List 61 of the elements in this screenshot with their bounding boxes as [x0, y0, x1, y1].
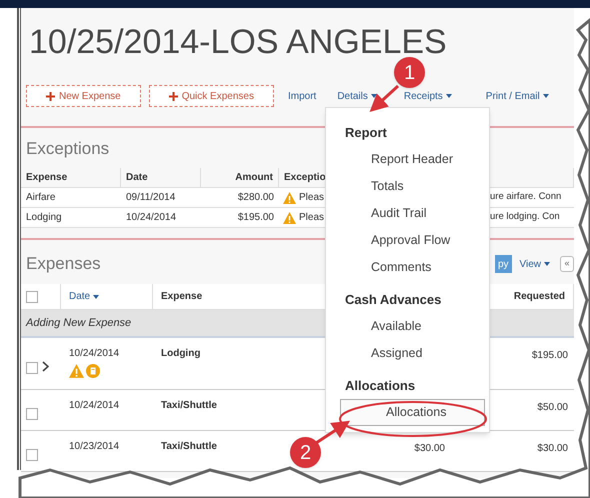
table-cell-text: $195.00: [236, 211, 275, 225]
callout-arrow: [315, 420, 350, 444]
table-cell-text: $280.00: [236, 191, 275, 205]
menu-link[interactable]: Receipts: [404, 88, 452, 104]
menu-item[interactable]: Available: [326, 313, 489, 340]
caret-icon: [446, 94, 452, 98]
table-cell-text: 10/24/2014: [69, 399, 120, 413]
plus-icon: [46, 92, 55, 100]
column-header: Amount: [201, 168, 279, 187]
table-cell-text: Airfare: [25, 191, 56, 205]
table-cell-text: 10/24/2014: [69, 347, 120, 361]
section-heading: Expenses: [26, 253, 101, 276]
checkbox[interactable]: [26, 408, 38, 420]
warning-icon: [283, 192, 296, 204]
table-cell: $30.00: [414, 443, 445, 454]
caret-icon: [542, 94, 549, 98]
table-cell: Lodging: [161, 348, 200, 359]
caret-icon: [93, 294, 100, 298]
warning-icon: [69, 364, 84, 378]
table-cell-text: Pleas: [299, 191, 324, 205]
menu-link[interactable]: Print / Email: [486, 88, 549, 104]
table-cell-text: 10/23/2014: [69, 440, 120, 454]
menu-heading: Cash Advances: [344, 291, 442, 310]
column-header[interactable]: Date: [61, 284, 153, 309]
table-cell-text: 09/11/2014: [125, 191, 176, 205]
menu-item[interactable]: Allocations: [340, 399, 485, 426]
warning-icon: [283, 212, 296, 224]
table-cell-text: $195.00: [530, 349, 569, 363]
checkbox[interactable]: [26, 362, 38, 374]
menu-heading: Allocations: [344, 377, 416, 396]
caret-icon: [544, 262, 550, 266]
checkbox[interactable]: [26, 290, 38, 302]
table-cell-text: ure airfare. Conn: [490, 190, 562, 204]
table-cell-text: Pleas: [299, 211, 324, 225]
new-expense-button[interactable]: New Expense: [26, 85, 141, 107]
view-menu[interactable]: View: [520, 256, 550, 272]
table-cell-text: $50.00: [536, 401, 569, 415]
table-cell-text: $30.00: [536, 442, 569, 456]
menu-link[interactable]: Details: [337, 88, 377, 104]
table-cell-text: Lodging: [25, 211, 63, 225]
plus-icon: [168, 92, 178, 100]
menu-item[interactable]: Comments: [326, 254, 489, 281]
column-header: Expense: [21, 168, 121, 187]
quick-expenses-button[interactable]: Quick Expenses: [148, 85, 274, 107]
table-cell: Taxi/Shuttle: [161, 400, 217, 411]
checkbox[interactable]: [26, 449, 38, 461]
receipt-icon: [86, 364, 100, 378]
menu-heading: Report: [344, 124, 388, 142]
column-header: Date: [121, 168, 201, 187]
table-cell-text: ure lodging. Con: [490, 210, 561, 224]
table-cell: Taxi/Shuttle: [161, 441, 217, 452]
callout-arrow: [370, 84, 400, 112]
section-heading: Exceptions: [26, 139, 110, 158]
menu-item[interactable]: Audit Trail: [326, 200, 489, 227]
menu-item[interactable]: Approval Flow: [326, 227, 489, 254]
table-cell-text: 10/24/2014: [125, 211, 178, 225]
collapse-button[interactable]: «: [560, 256, 574, 272]
import-link[interactable]: Import: [288, 88, 316, 104]
caret-icon: [370, 94, 377, 98]
menu-item[interactable]: Assigned: [326, 340, 489, 367]
expand-icon[interactable]: [42, 361, 49, 372]
